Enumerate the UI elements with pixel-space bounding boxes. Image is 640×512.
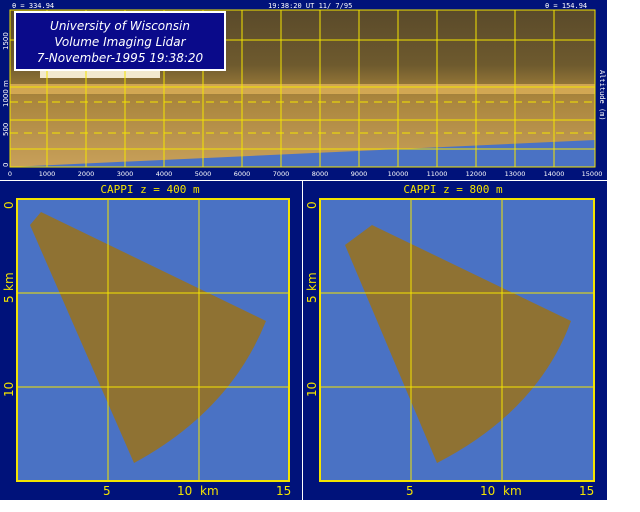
cappi-ytick: 0 — [2, 201, 16, 209]
title-line-3: 7-November-1995 19:38:20 — [37, 51, 204, 65]
rhi-xtick: 11000 — [427, 170, 448, 178]
rhi-xtick: 1000 — [39, 170, 56, 178]
rhi-xtick: 15000 — [582, 170, 603, 178]
cappi-plot-left: CAPPI z = 400 m 0 5 km 10 5 10 km 15 — [2, 183, 291, 498]
cappi-xtick: 10 — [177, 484, 192, 498]
rhi-left-readout: θ = 334.94 — [12, 2, 54, 10]
rhi-right-axis-label: Altitude (m) — [598, 70, 606, 121]
cappi-xtick: 5 — [406, 484, 414, 498]
rhi-xtick: 2000 — [78, 170, 95, 178]
rhi-plot: θ = 334.94 19:38:20 UT 11/ 7/95 θ = 154.… — [2, 2, 606, 178]
cappi-ytick: 10 — [305, 382, 319, 397]
cappi-title: CAPPI z = 400 m — [100, 183, 200, 196]
aerosol-layer — [10, 84, 595, 94]
rhi-ytick: 1000 m — [2, 80, 10, 107]
rhi-ytick: 1500 — [2, 32, 10, 50]
cappi-ytick: 5 — [305, 295, 319, 303]
cappi-ytick: 5 — [2, 295, 16, 303]
rhi-xtick: 9000 — [351, 170, 368, 178]
cappi-ytick: 0 — [305, 201, 319, 209]
cappi-xtick: km — [200, 484, 219, 498]
cappi-plot-right: CAPPI z = 800 m 0 5 km 10 5 10 km 15 — [305, 183, 595, 498]
rhi-xtick: 14000 — [544, 170, 565, 178]
rhi-xtick: 0 — [8, 170, 12, 178]
rhi-xtick: 3000 — [117, 170, 134, 178]
cappi-xtick: 15 — [276, 484, 291, 498]
rhi-ytick: 500 — [2, 123, 10, 136]
rhi-right-readout: θ = 154.94 — [545, 2, 587, 10]
cappi-xtick: 10 — [480, 484, 495, 498]
cappi-xtick: km — [503, 484, 522, 498]
rhi-xtick: 8000 — [312, 170, 329, 178]
rhi-ytick: 0 — [2, 163, 10, 167]
rhi-xtick: 6000 — [234, 170, 251, 178]
cappi-title: CAPPI z = 800 m — [403, 183, 503, 196]
cappi-ytick: 10 — [2, 382, 16, 397]
rhi-xtick: 10000 — [388, 170, 409, 178]
rhi-xtick: 12000 — [466, 170, 487, 178]
cappi-xtick: 15 — [579, 484, 594, 498]
cappi-ytick: km — [305, 272, 319, 291]
rhi-center-readout: 19:38:20 UT 11/ 7/95 — [268, 2, 352, 10]
cappi-xtick: 5 — [103, 484, 111, 498]
rhi-xtick: 4000 — [156, 170, 173, 178]
cappi-ytick: km — [2, 272, 16, 291]
title-line-1: University of Wisconsin — [50, 19, 190, 33]
rhi-xtick: 13000 — [505, 170, 526, 178]
rhi-xtick: 5000 — [195, 170, 212, 178]
title-line-2: Volume Imaging Lidar — [54, 35, 186, 49]
rhi-xtick: 7000 — [273, 170, 290, 178]
